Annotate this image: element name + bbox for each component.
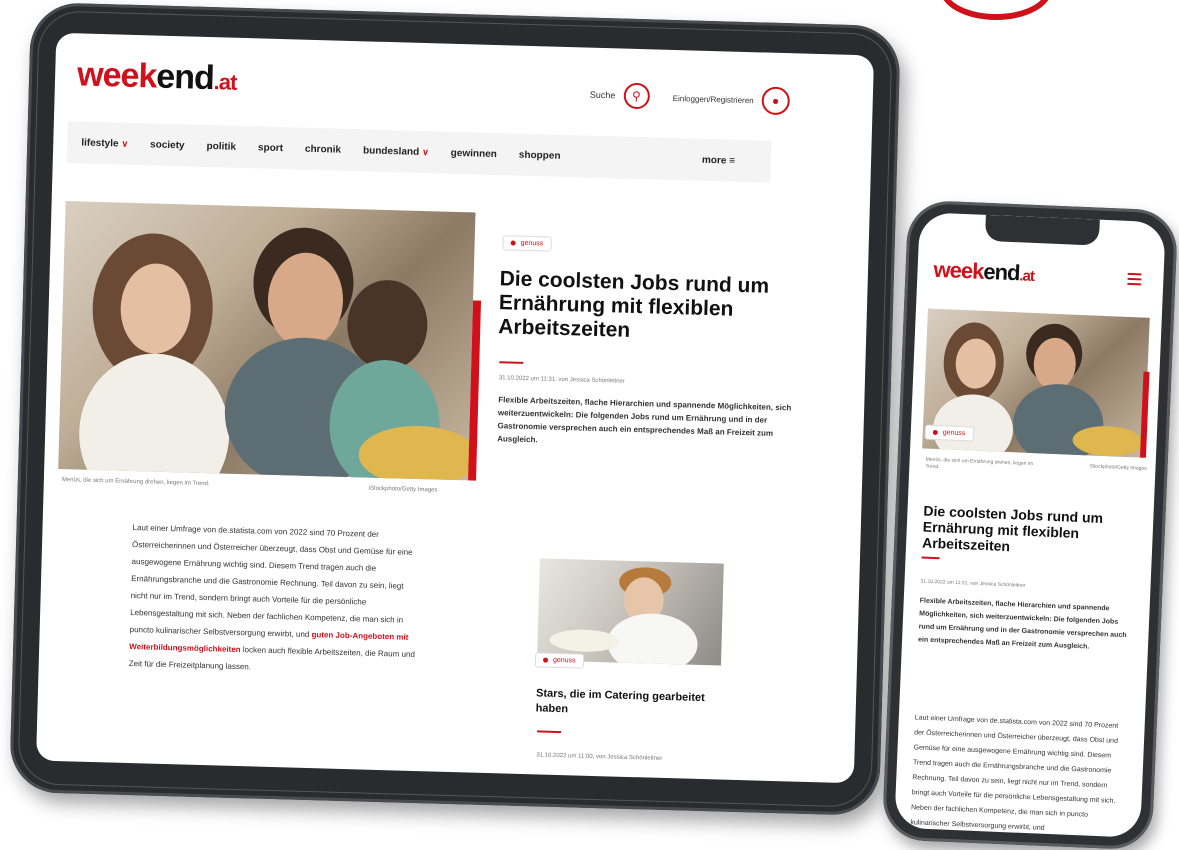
logo-part-week: week: [76, 55, 157, 96]
login-label: Einloggen/Registrieren: [672, 93, 754, 105]
phone-screen: weekend.at genuss Menüs, die sich um Ern…: [894, 212, 1166, 838]
article-lead-mobile: Flexible Arbeitszeiten, flache Hierarchi…: [917, 597, 1127, 651]
image-shape: [266, 251, 345, 349]
image-credit: iStockphoto/Getty Images: [368, 485, 438, 494]
nav-item-society[interactable]: society: [150, 139, 185, 151]
logo-part-end: end: [155, 57, 215, 98]
related-article-image[interactable]: [537, 558, 724, 666]
image-caption-mobile: Menüs, die sich um Ernährung drehen, lie…: [925, 456, 1034, 471]
category-tag-mobile[interactable]: genuss: [924, 424, 974, 442]
decorative-badge: [940, 0, 1052, 20]
main-nav: lifestyle ∨ society politik sport chronik…: [66, 121, 772, 183]
image-credit-mobile: iStockphoto/Getty Images: [1089, 463, 1147, 472]
image-shape: [346, 278, 429, 372]
image-shape: [76, 351, 232, 481]
menu-icon: ≡: [729, 155, 736, 167]
chevron-down-icon: ∨: [422, 146, 429, 157]
phone-notch: [984, 214, 1100, 246]
site-logo-mobile[interactable]: weekend.at: [933, 257, 1034, 287]
nav-item-chronik[interactable]: chronik: [305, 143, 341, 155]
tag-dot: [542, 657, 549, 663]
hero-image[interactable]: [58, 201, 476, 481]
tag-dot: [932, 429, 938, 436]
site-logo[interactable]: weekend.at: [77, 55, 237, 98]
search-button[interactable]: Suche ⚲: [589, 82, 650, 110]
user-icon: ●: [761, 86, 791, 116]
nav-item-gewinnen[interactable]: gewinnen: [451, 147, 497, 159]
article-meta-mobile: 31.10.2022 um 11:31, von Jessica Schönle…: [920, 578, 1026, 589]
logo-part-week: week: [933, 256, 984, 284]
nav-more-button[interactable]: more ≡: [702, 154, 735, 166]
logo-part-end: end: [982, 258, 1021, 286]
article-meta: 31.10.2022 um 11:31, von Jessica Schönle…: [498, 375, 625, 385]
nav-item-politik[interactable]: politik: [206, 140, 236, 152]
image-shape: [606, 612, 699, 666]
nav-item-shoppen[interactable]: shoppen: [519, 149, 561, 161]
tablet-screen: weekend.at Suche ⚲ Einloggen/Registriere…: [36, 32, 875, 784]
article-title: Die coolsten Jobs rund um Ernährung mit …: [497, 267, 770, 342]
hamburger-menu-icon[interactable]: [1127, 272, 1142, 286]
tag-dot: [510, 240, 516, 246]
related-article-meta: 31.10.2022 um 11:00, von Jessica Schönle…: [536, 752, 663, 762]
search-label: Suche: [589, 89, 616, 101]
related-article-title[interactable]: Stars, die im Catering gearbeitet haben: [535, 686, 736, 722]
related-title-underline: [537, 730, 562, 734]
logo-part-at: .at: [1019, 267, 1035, 285]
article-title-mobile: Die coolsten Jobs rund um Ernährung mit …: [921, 502, 1104, 555]
category-tag[interactable]: genuss: [502, 235, 552, 252]
search-icon: ⚲: [622, 82, 650, 110]
tablet-device: weekend.at Suche ⚲ Einloggen/Registriere…: [9, 2, 901, 816]
title-underline: [499, 361, 524, 364]
image-caption: Menüs, die sich um Ernährung drehen, lie…: [61, 477, 210, 488]
nav-item-sport[interactable]: sport: [258, 142, 283, 154]
article-body: Laut einer Umfrage von de.statista.com v…: [128, 523, 416, 672]
title-underline-mobile: [921, 556, 940, 560]
nav-item-bundesland[interactable]: bundesland ∨: [363, 145, 429, 158]
phone-device: weekend.at genuss Menüs, die sich um Ern…: [881, 199, 1179, 850]
related-category-tag[interactable]: genuss: [534, 652, 584, 669]
nav-item-lifestyle[interactable]: lifestyle ∨: [81, 137, 128, 149]
image-shape: [1032, 337, 1077, 391]
article-body-mobile: Laut einer Umfrage von de.statista.com v…: [910, 714, 1119, 832]
logo-part-at: .at: [213, 69, 237, 95]
article-lead: Flexible Arbeitszeiten, flache Hierarchi…: [497, 395, 792, 445]
login-button[interactable]: Einloggen/Registrieren ●: [672, 84, 791, 116]
chevron-down-icon: ∨: [121, 138, 129, 149]
